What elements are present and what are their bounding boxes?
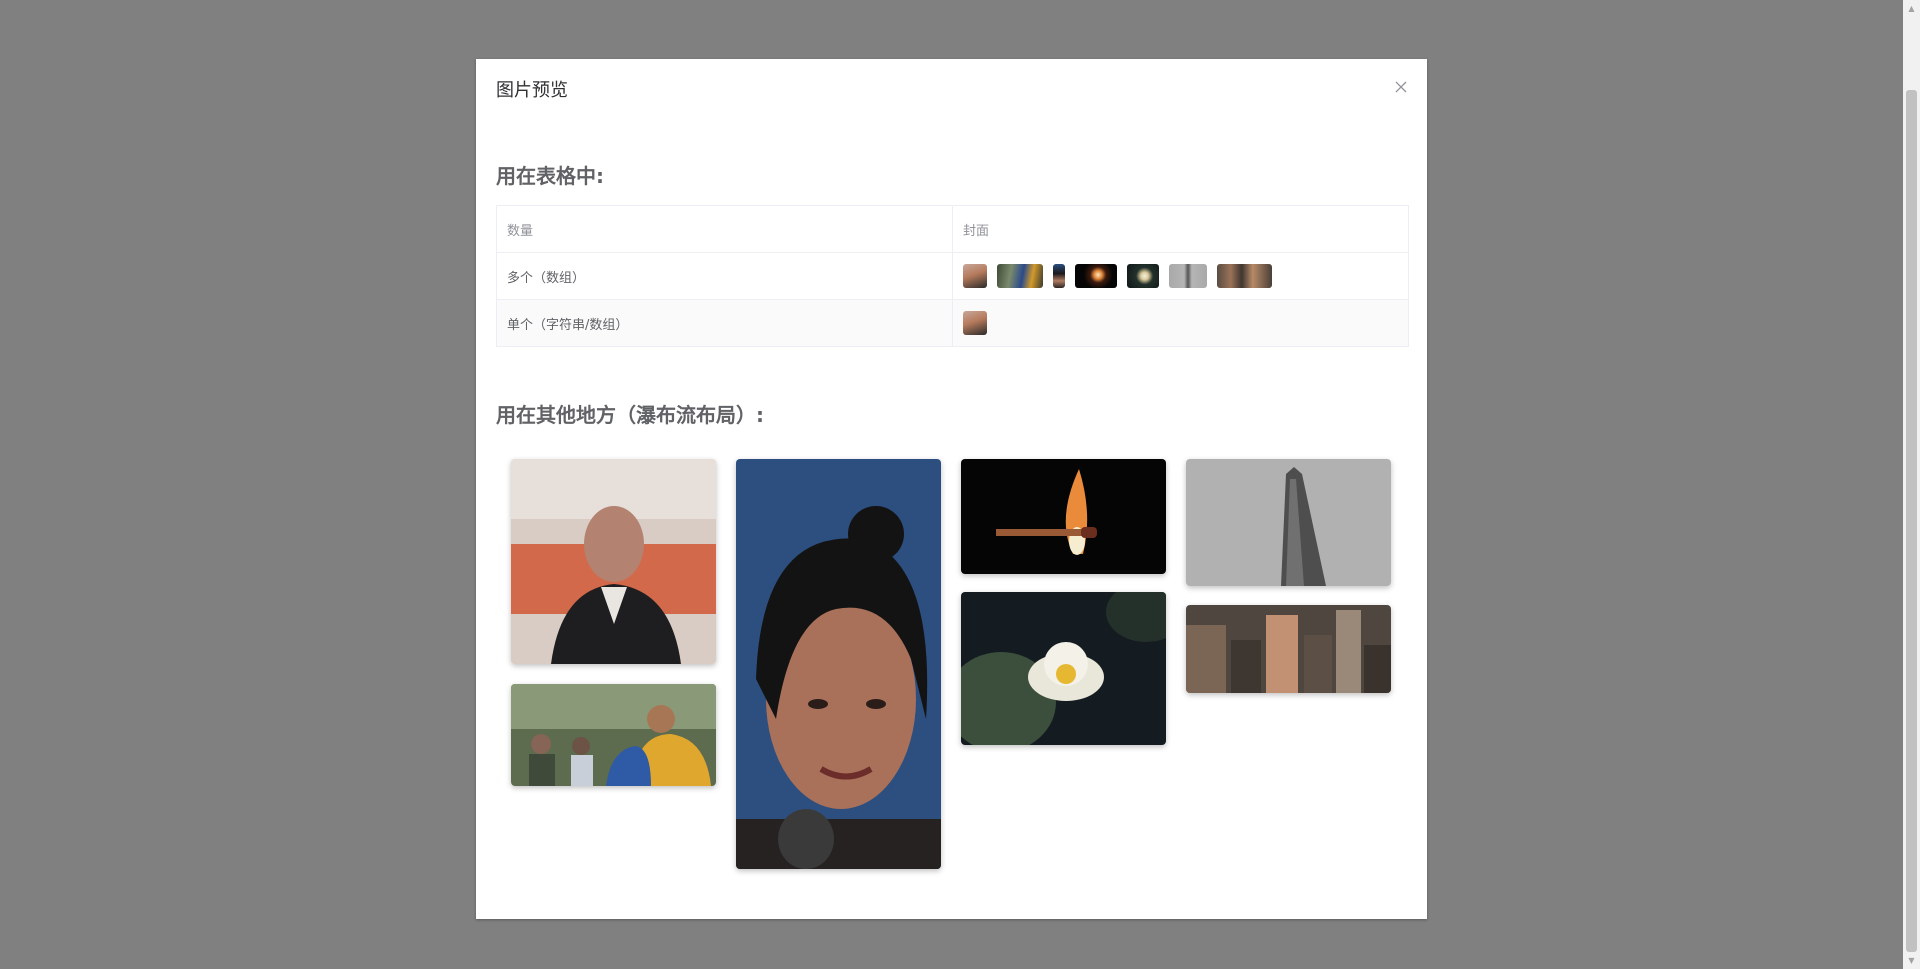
row-cover-single <box>952 299 1409 347</box>
header-cover: 封面 <box>952 205 1409 253</box>
waterfall-image-lotus[interactable] <box>961 592 1166 745</box>
thumb-speaker-single[interactable] <box>963 311 987 335</box>
waterfall-image-festival[interactable] <box>511 684 716 786</box>
row-label-single: 单个（字符串/数组） <box>496 299 953 347</box>
waterfall-image-flatiron[interactable] <box>1186 459 1391 586</box>
waterfall-image-match[interactable] <box>961 459 1166 574</box>
scroll-down-arrow-icon[interactable]: ▼ <box>1903 952 1920 969</box>
table-section-title: 用在表格中: <box>496 164 604 188</box>
scroll-up-arrow-icon[interactable]: ▲ <box>1903 0 1920 17</box>
image-preview-dialog: 图片预览 用在表格中: 数量 封面 多个（数组） 单个（字符串/数组） 用在其他… <box>476 59 1427 919</box>
thumb-match[interactable] <box>1075 264 1117 288</box>
close-icon[interactable] <box>1393 79 1409 95</box>
table-row: 多个（数组） <box>496 252 1409 300</box>
waterfall-gallery <box>511 459 1393 879</box>
thumb-portrait[interactable] <box>1053 264 1065 288</box>
table-header-row: 数量 封面 <box>496 205 1409 253</box>
waterfall-section-title: 用在其他地方（瀑布流布局）: <box>496 403 764 427</box>
dialog-title: 图片预览 <box>496 80 568 101</box>
header-count: 数量 <box>496 205 953 253</box>
scroll-thumb[interactable] <box>1906 90 1917 952</box>
waterfall-image-portrait[interactable] <box>736 459 941 869</box>
waterfall-image-speaker[interactable] <box>511 459 716 664</box>
thumb-lotus[interactable] <box>1127 264 1159 288</box>
page-scrollbar[interactable]: ▲ ▼ <box>1903 0 1920 969</box>
thumb-flatiron[interactable] <box>1169 264 1207 288</box>
table-row: 单个（字符串/数组） <box>496 299 1409 347</box>
row-cover-multiple <box>952 252 1409 300</box>
cover-table: 数量 封面 多个（数组） 单个（字符串/数组） <box>496 205 1409 347</box>
row-label-multiple: 多个（数组） <box>496 252 953 300</box>
waterfall-image-city[interactable] <box>1186 605 1391 693</box>
thumb-city[interactable] <box>1217 264 1272 288</box>
thumb-festival[interactable] <box>997 264 1043 288</box>
thumb-speaker[interactable] <box>963 264 987 288</box>
